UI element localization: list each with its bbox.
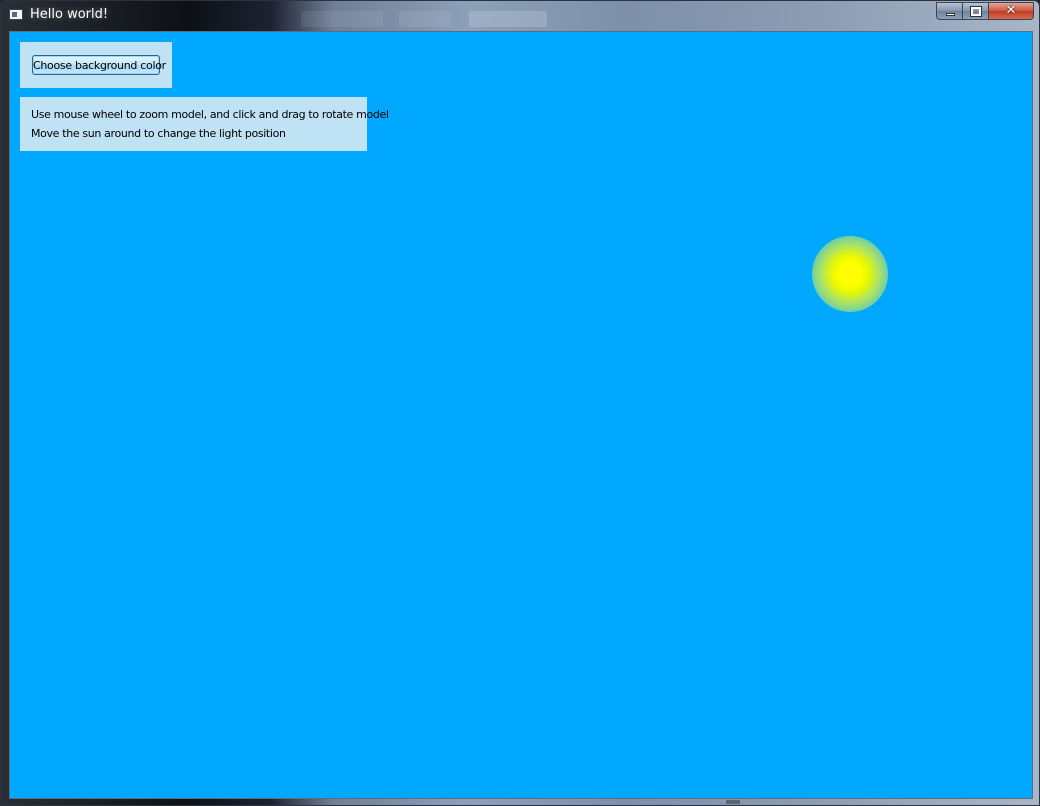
background-taskbar-ghost <box>469 11 547 27</box>
app-window-icon <box>9 9 23 20</box>
instructions-panel: Use mouse wheel to zoom model, and click… <box>20 97 389 151</box>
close-button[interactable]: ✕ <box>989 2 1034 20</box>
background-taskbar-ghost <box>399 11 451 27</box>
minimize-icon <box>946 13 955 16</box>
choose-background-color-button[interactable]: Choose background color <box>32 55 166 75</box>
maximize-icon <box>970 6 982 17</box>
sun-icon[interactable] <box>812 236 888 312</box>
window-title: Hello world! <box>30 7 109 22</box>
title-bar[interactable]: Hello world! ✕ <box>1 1 1040 30</box>
maximize-button[interactable] <box>963 2 989 20</box>
resize-grip[interactable] <box>726 800 740 804</box>
background-color-panel: Choose background color <box>20 42 172 88</box>
app-window: Hello world! ✕ Choose background color U… <box>0 0 1040 806</box>
background-taskbar-ghost <box>301 11 383 27</box>
close-icon: ✕ <box>1005 3 1017 18</box>
3d-scene-viewport[interactable]: Choose background color Use mouse wheel … <box>9 31 1033 799</box>
instruction-zoom-rotate: Use mouse wheel to zoom model, and click… <box>31 108 389 121</box>
instruction-move-sun: Move the sun around to change the light … <box>31 127 286 140</box>
minimize-button[interactable] <box>936 2 963 20</box>
caption-buttons: ✕ <box>936 2 1034 21</box>
